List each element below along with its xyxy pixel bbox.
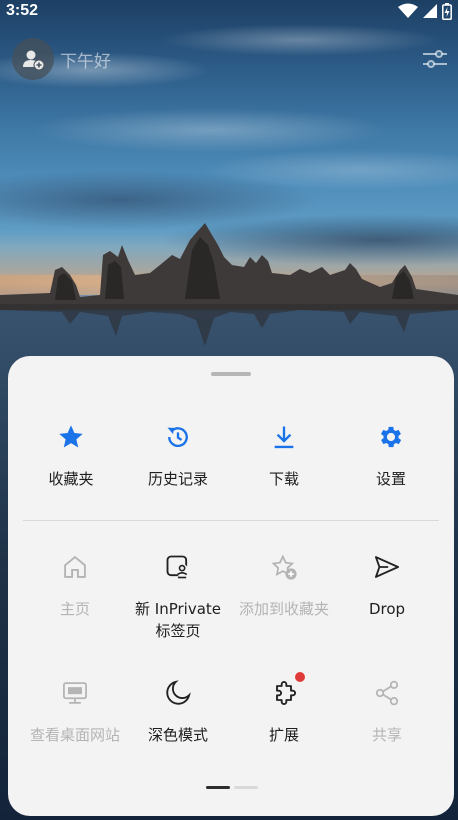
bottom-sheet-menu: 收藏夹 历史记录 下载 设置 主页 新 InPrivate 标签页 添加到收藏夹… — [8, 356, 454, 816]
moon-icon — [166, 680, 191, 705]
share-label: 共享 — [371, 726, 402, 744]
new-inprivate-tab-button[interactable]: 新 InPrivate 标签页 — [123, 552, 233, 642]
extensions-button[interactable]: 扩展 — [229, 672, 339, 746]
desktop-site-icon — [63, 682, 87, 704]
page-indicator-active — [206, 786, 230, 789]
star-icon — [59, 425, 83, 448]
settings-label: 设置 — [375, 470, 406, 488]
puzzle-icon — [276, 681, 296, 705]
home-icon — [64, 555, 86, 578]
new-inprivate-label-line2: 标签页 — [155, 622, 201, 640]
drop-label: Drop — [368, 600, 406, 618]
new-inprivate-label-line1: 新 InPrivate — [135, 600, 221, 618]
share-button[interactable]: 共享 — [332, 678, 442, 746]
settings-button[interactable]: 设置 — [336, 422, 446, 490]
status-icons — [398, 2, 452, 20]
share-icon — [375, 680, 399, 706]
wifi-icon — [398, 3, 418, 18]
status-time: 3:52 — [6, 2, 39, 19]
favorites-label: 收藏夹 — [48, 470, 94, 488]
add-favorite-icon — [271, 554, 297, 580]
dark-mode-button[interactable]: 深色模式 — [123, 678, 233, 746]
send-icon — [374, 556, 400, 578]
greeting-text: 下午好 — [60, 51, 111, 72]
add-to-favorites-label: 添加到收藏夹 — [238, 600, 329, 618]
favorites-button[interactable]: 收藏夹 — [16, 422, 126, 490]
history-label: 历史记录 — [147, 470, 208, 488]
view-desktop-site-label: 查看桌面网站 — [29, 726, 120, 744]
signal-icon — [423, 4, 437, 18]
history-icon — [167, 427, 188, 448]
history-button[interactable]: 历史记录 — [123, 422, 233, 490]
new-inprivate-tab-label: 新 InPrivate 标签页 — [135, 598, 221, 642]
drop-button[interactable]: Drop — [332, 552, 442, 620]
status-bar: 3:52 — [0, 0, 458, 22]
add-to-favorites-button[interactable]: 添加到收藏夹 — [229, 552, 339, 620]
profile-avatar-button[interactable] — [12, 38, 54, 80]
sheet-drag-handle[interactable] — [211, 372, 251, 376]
downloads-label: 下载 — [268, 470, 299, 488]
menu-divider — [23, 520, 439, 521]
home-label: 主页 — [59, 600, 90, 618]
battery-icon — [442, 2, 452, 20]
page-indicator — [206, 786, 258, 789]
page-indicator-inactive — [234, 786, 258, 789]
customize-sliders-icon[interactable] — [422, 46, 448, 72]
view-desktop-site-button[interactable]: 查看桌面网站 — [20, 678, 130, 746]
dark-mode-label: 深色模式 — [147, 726, 208, 744]
download-icon — [274, 426, 294, 449]
inprivate-tab-icon — [166, 555, 189, 579]
extensions-notification-badge — [295, 672, 305, 682]
tufa-rocks-silhouette — [0, 223, 458, 310]
downloads-button[interactable]: 下载 — [229, 422, 339, 490]
extensions-label: 扩展 — [268, 726, 299, 744]
add-profile-icon — [23, 50, 45, 71]
home-button[interactable]: 主页 — [20, 552, 130, 620]
greeting-row: 下午好 — [12, 38, 111, 80]
gear-icon — [380, 426, 402, 448]
rocks-reflection — [0, 304, 458, 346]
